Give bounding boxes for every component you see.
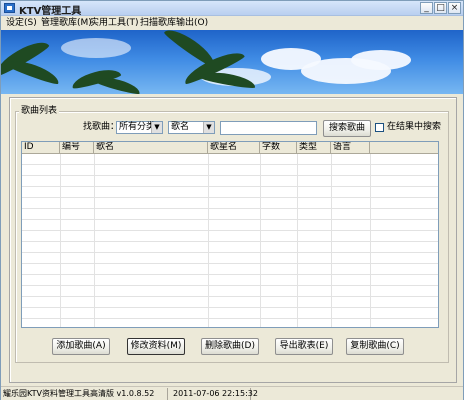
table-row[interactable] — [22, 253, 438, 264]
menu-manage-library[interactable]: 管理歌库(M) — [41, 17, 92, 29]
title-bar[interactable]: KTV管理工具 _ □ × — [1, 1, 463, 17]
column-header-char-count[interactable]: 字数 — [260, 142, 297, 154]
menu-settings[interactable]: 设定(S) — [6, 17, 37, 29]
close-button[interactable]: × — [448, 2, 461, 14]
table-row[interactable] — [22, 231, 438, 242]
search-songs-button[interactable]: 搜索歌曲 — [323, 120, 371, 137]
table-row[interactable] — [22, 297, 438, 308]
add-song-button[interactable]: 添加歌曲(A) — [52, 338, 110, 355]
column-header-song-name[interactable]: 歌名 — [94, 142, 208, 154]
table-row[interactable] — [22, 187, 438, 198]
table-row[interactable] — [22, 198, 438, 209]
menu-bar: 设定(S) 管理歌库(M) 实用工具(T) 扫描歌库输出(O) — [1, 17, 463, 30]
category-select-value: 所有分类 — [119, 122, 156, 132]
chevron-down-icon: ▼ — [203, 122, 214, 133]
minimize-button[interactable]: _ — [420, 2, 433, 14]
table-row[interactable] — [22, 264, 438, 275]
song-table[interactable]: ID 编号 歌名 歌星名 字数 类型 语言 — [21, 141, 439, 328]
category-select[interactable]: 所有分类 ▼ — [116, 121, 163, 134]
column-header-number[interactable]: 编号 — [60, 142, 94, 154]
table-row[interactable] — [22, 154, 438, 165]
main-window: KTV管理工具 _ □ × 设定(S) 管理歌库(M) 实用工具(T) 扫描歌库… — [0, 0, 464, 400]
status-bar: 耀乐园KTV资料管理工具高清版 v1.0.8.52 2011-07-06 22:… — [1, 386, 463, 400]
field-select-value: 歌名 — [171, 122, 190, 132]
column-header-singer[interactable]: 歌星名 — [208, 142, 260, 154]
column-header-type[interactable]: 类型 — [297, 142, 331, 154]
table-row[interactable] — [22, 176, 438, 187]
maximize-button[interactable]: □ — [434, 2, 447, 14]
menu-utilities[interactable]: 实用工具(T) — [90, 17, 139, 29]
table-row[interactable] — [22, 242, 438, 253]
app-icon — [4, 3, 15, 13]
banner-image — [1, 30, 463, 94]
column-header-id[interactable]: ID — [22, 142, 60, 154]
table-row[interactable] — [22, 220, 438, 231]
table-row[interactable] — [22, 275, 438, 286]
table-row[interactable] — [22, 209, 438, 220]
edit-info-button[interactable]: 修改资料(M) — [127, 338, 185, 355]
search-input[interactable] — [220, 121, 317, 135]
window-title: KTV管理工具 — [19, 6, 82, 17]
menu-scan-export[interactable]: 扫描歌库输出(O) — [140, 17, 208, 29]
delete-song-button[interactable]: 删除歌曲(D) — [201, 338, 259, 355]
column-header-language[interactable]: 语言 — [331, 142, 370, 154]
chevron-down-icon: ▼ — [151, 122, 162, 133]
search-in-results-label: 在结果中搜索 — [387, 122, 442, 132]
table-row[interactable] — [22, 308, 438, 319]
find-song-label: 找歌曲： — [83, 122, 120, 132]
export-list-button[interactable]: 导出歌表(E) — [275, 338, 333, 355]
song-list-group-label: 歌曲列表 — [19, 106, 60, 116]
table-row[interactable] — [22, 286, 438, 297]
copy-song-button[interactable]: 复制歌曲(C) — [346, 338, 404, 355]
table-row[interactable] — [22, 165, 438, 176]
table-row[interactable] — [22, 319, 438, 327]
table-header: ID 编号 歌名 歌星名 字数 类型 语言 — [22, 142, 438, 154]
status-empty — [254, 388, 461, 400]
status-app-version: 耀乐园KTV资料管理工具高清版 v1.0.8.52 — [1, 388, 168, 400]
field-select[interactable]: 歌名 ▼ — [168, 121, 215, 134]
search-in-results-checkbox[interactable] — [375, 123, 384, 132]
status-datetime: 2011-07-06 22:15:32 — [173, 388, 258, 400]
